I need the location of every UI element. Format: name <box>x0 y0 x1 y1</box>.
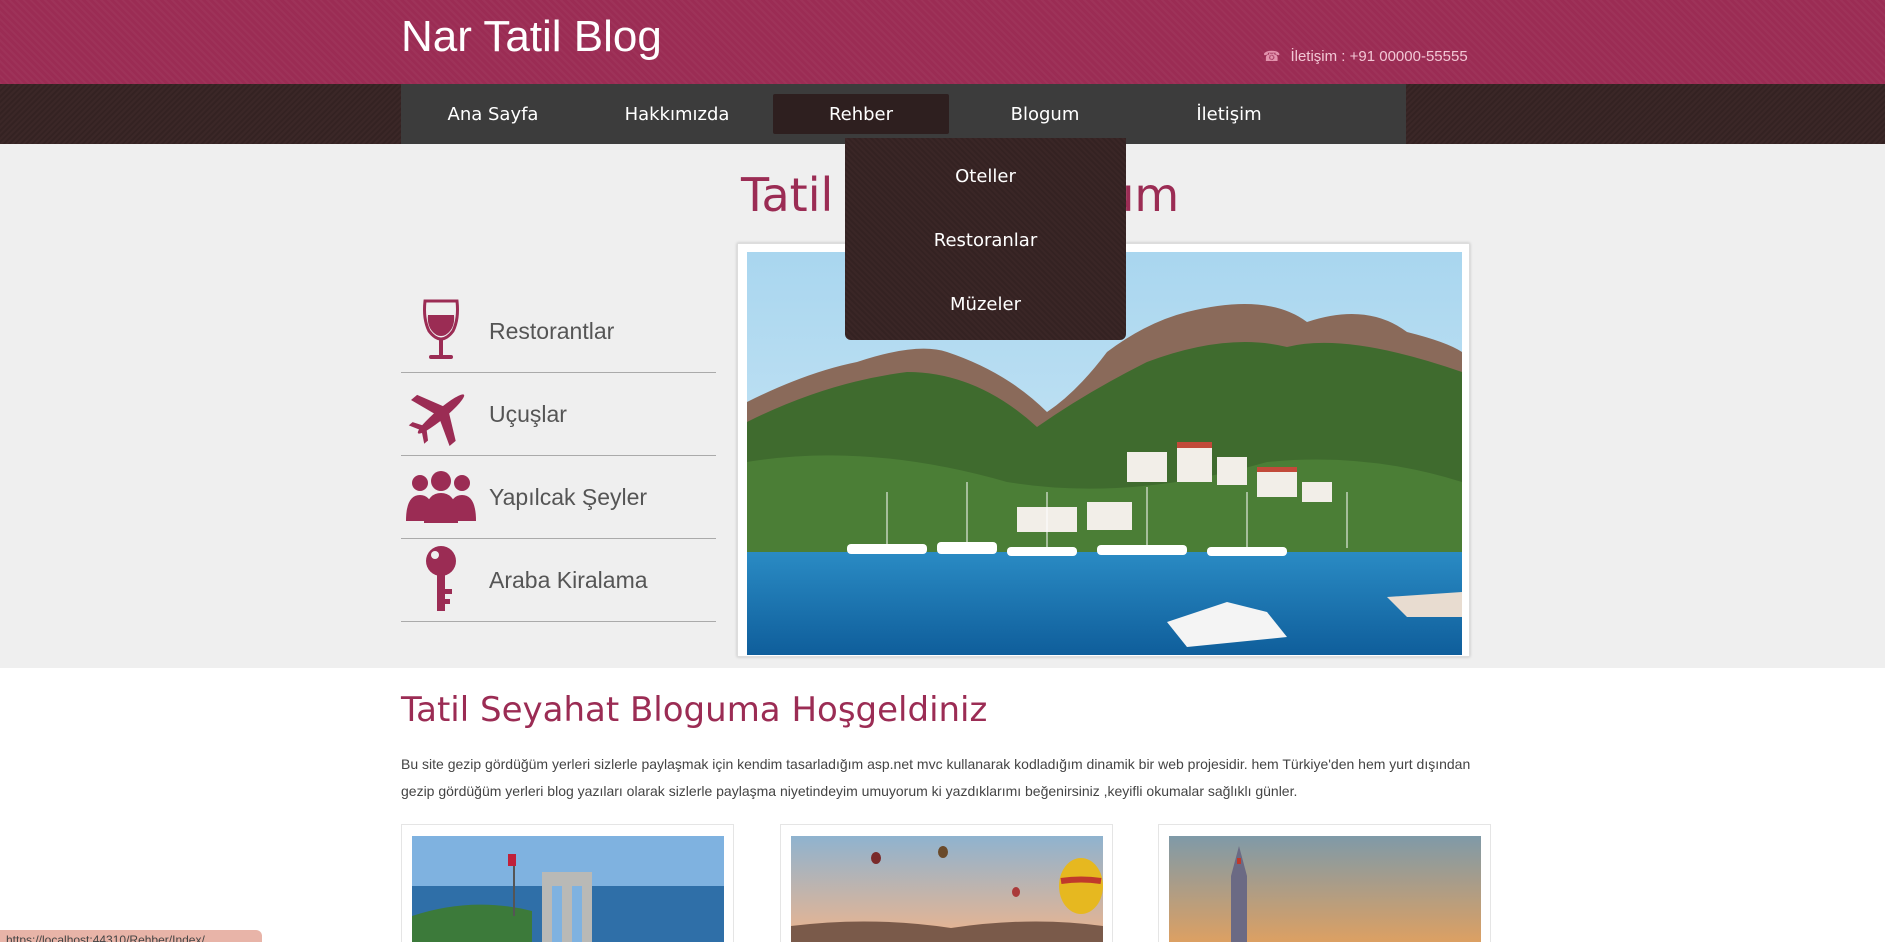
welcome-title: Tatil Seyahat Bloguma Hoşgeldiniz <box>401 690 988 730</box>
sidebar-item-car-rental[interactable]: Araba Kiralama <box>401 539 716 622</box>
sidebar-item-label: Araba Kiralama <box>489 566 648 593</box>
site-brand[interactable]: Nar Tatil Blog <box>401 12 662 62</box>
blog-card[interactable] <box>780 824 1113 942</box>
nav-item-contact[interactable]: İletişim <box>1137 84 1321 144</box>
welcome-text: Bu site gezip gördüğüm yerleri sizlerle … <box>401 756 1471 799</box>
wine-glass-icon <box>401 291 481 371</box>
key-icon <box>401 540 481 620</box>
guide-dropdown-menu: Oteller Restoranlar Müzeler <box>845 138 1126 340</box>
sidebar-item-label: Yapılcak Şeyler <box>489 483 648 510</box>
hero-sidebar: Restorantlar Uçuşlar Yapılcak Şeyler Ara… <box>401 290 716 622</box>
header-contact: ☎ İletişim : +91 00000-55555 <box>1263 48 1468 65</box>
sidebar-item-label: Uçuşlar <box>489 400 567 427</box>
blog-card-image <box>1169 836 1481 942</box>
blog-card-image <box>791 836 1103 942</box>
airplane-icon <box>401 374 481 454</box>
nav-item-guide[interactable]: Rehber <box>769 84 953 144</box>
blog-card[interactable] <box>1158 824 1491 942</box>
blog-card[interactable] <box>401 824 734 942</box>
dropdown-item-hotels[interactable]: Oteller <box>845 146 1126 206</box>
main-nav: Ana Sayfa Hakkımızda Rehber Blogum İleti… <box>401 84 1406 144</box>
blog-card-image <box>412 836 724 942</box>
header-bar <box>0 0 1885 84</box>
nav-item-label: Rehber <box>828 103 894 125</box>
nav-item-label: Hakkımızda <box>624 103 730 125</box>
nav-item-label: Ana Sayfa <box>447 103 539 125</box>
dropdown-item-restaurants[interactable]: Restoranlar <box>845 210 1126 270</box>
nav-item-blog[interactable]: Blogum <box>953 84 1137 144</box>
nav-item-label: İletişim <box>1196 103 1262 125</box>
sidebar-item-things-to-do[interactable]: Yapılcak Şeyler <box>401 456 716 539</box>
nav-item-home[interactable]: Ana Sayfa <box>401 84 585 144</box>
contact-label: İletişim : +91 00000-55555 <box>1290 48 1468 65</box>
dropdown-item-museums[interactable]: Müzeler <box>845 274 1126 334</box>
status-bar-url: https://localhost:44310/Rehber/Index/ <box>0 930 262 942</box>
nav-item-about[interactable]: Hakkımızda <box>585 84 769 144</box>
phone-icon: ☎ <box>1263 48 1281 64</box>
sidebar-item-label: Restorantlar <box>489 317 615 344</box>
sidebar-item-flights[interactable]: Uçuşlar <box>401 373 716 456</box>
nav-item-label: Blogum <box>1010 103 1080 125</box>
sidebar-item-restaurants[interactable]: Restorantlar <box>401 290 716 373</box>
people-icon <box>401 457 481 537</box>
